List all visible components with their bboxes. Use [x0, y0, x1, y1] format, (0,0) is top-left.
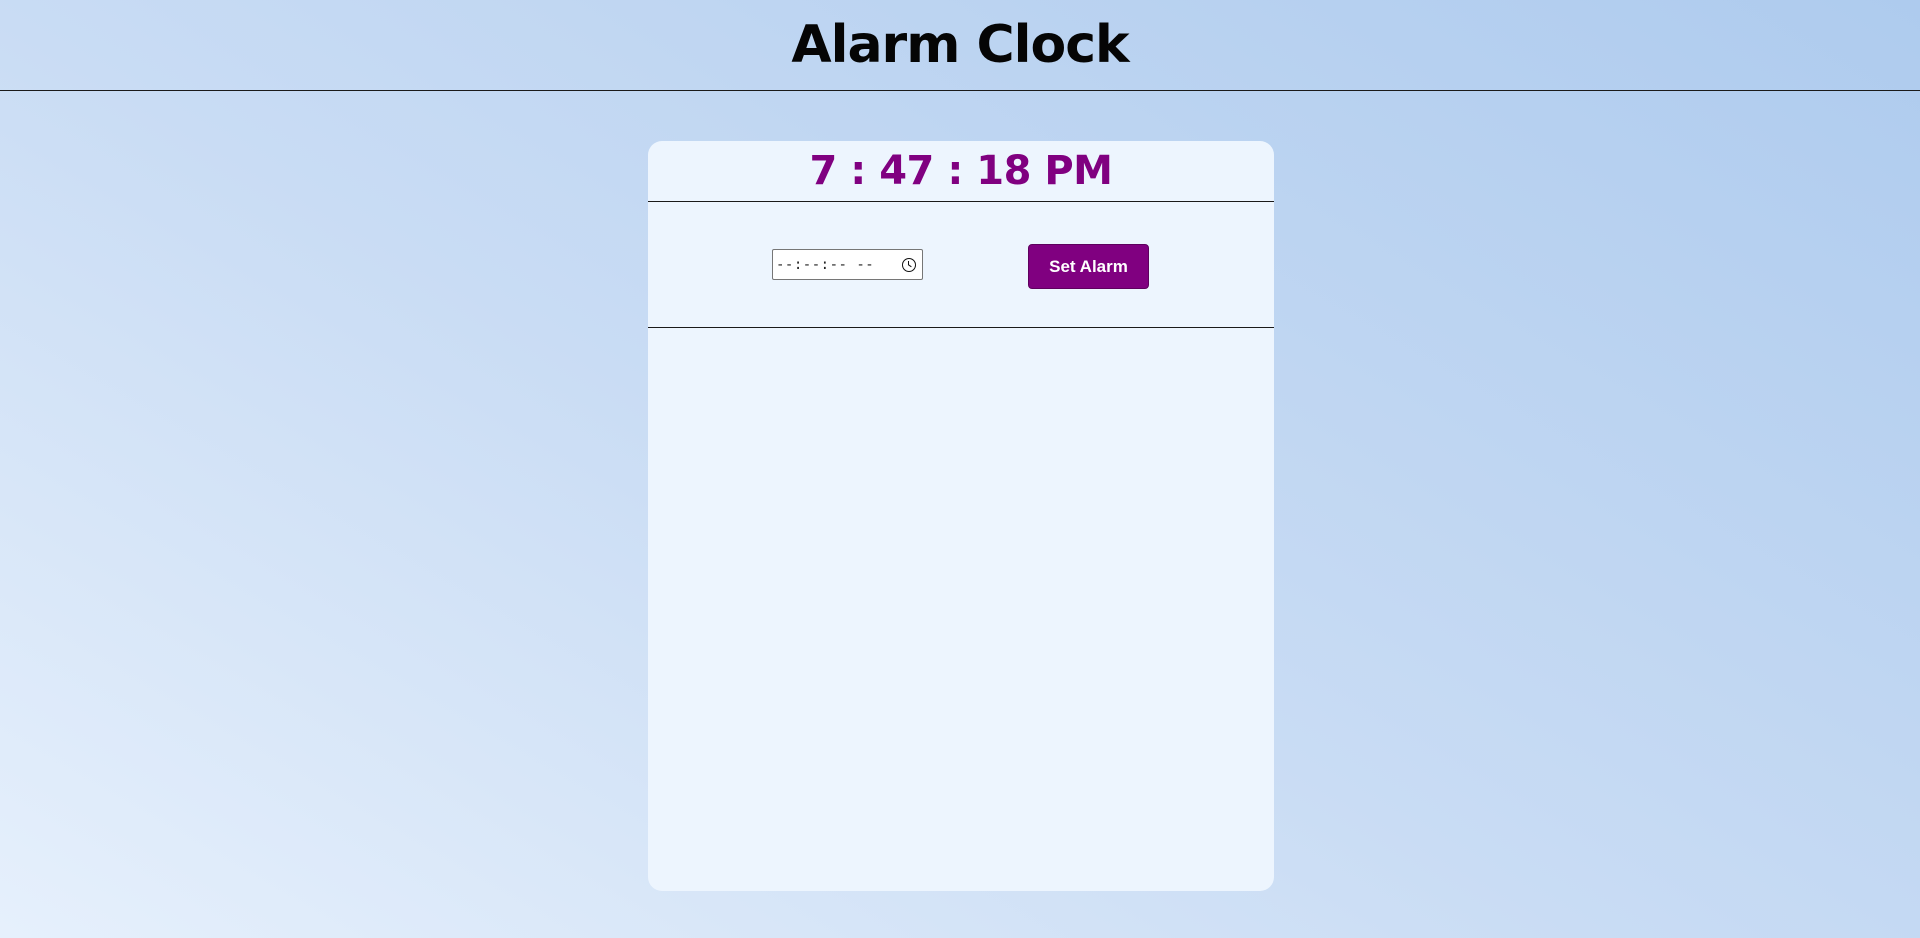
set-alarm-button[interactable]: Set Alarm — [1028, 244, 1149, 289]
alarm-time-input[interactable]: --:--:-- -- — [772, 249, 923, 280]
alarm-time-value: --:--:-- -- — [776, 256, 875, 273]
clock-icon[interactable] — [902, 257, 916, 272]
alarm-list — [648, 328, 1274, 889]
clock-display-row: 7 : 47 : 18 PM — [648, 141, 1274, 202]
page-title: Alarm Clock — [791, 15, 1129, 75]
alarm-controls: --:--:-- -- Set Alarm — [648, 202, 1274, 328]
current-time: 7 : 47 : 18 PM — [809, 148, 1113, 194]
alarm-card: 7 : 47 : 18 PM --:--:-- -- Set Alarm — [648, 141, 1274, 891]
page-header: Alarm Clock — [0, 0, 1920, 91]
